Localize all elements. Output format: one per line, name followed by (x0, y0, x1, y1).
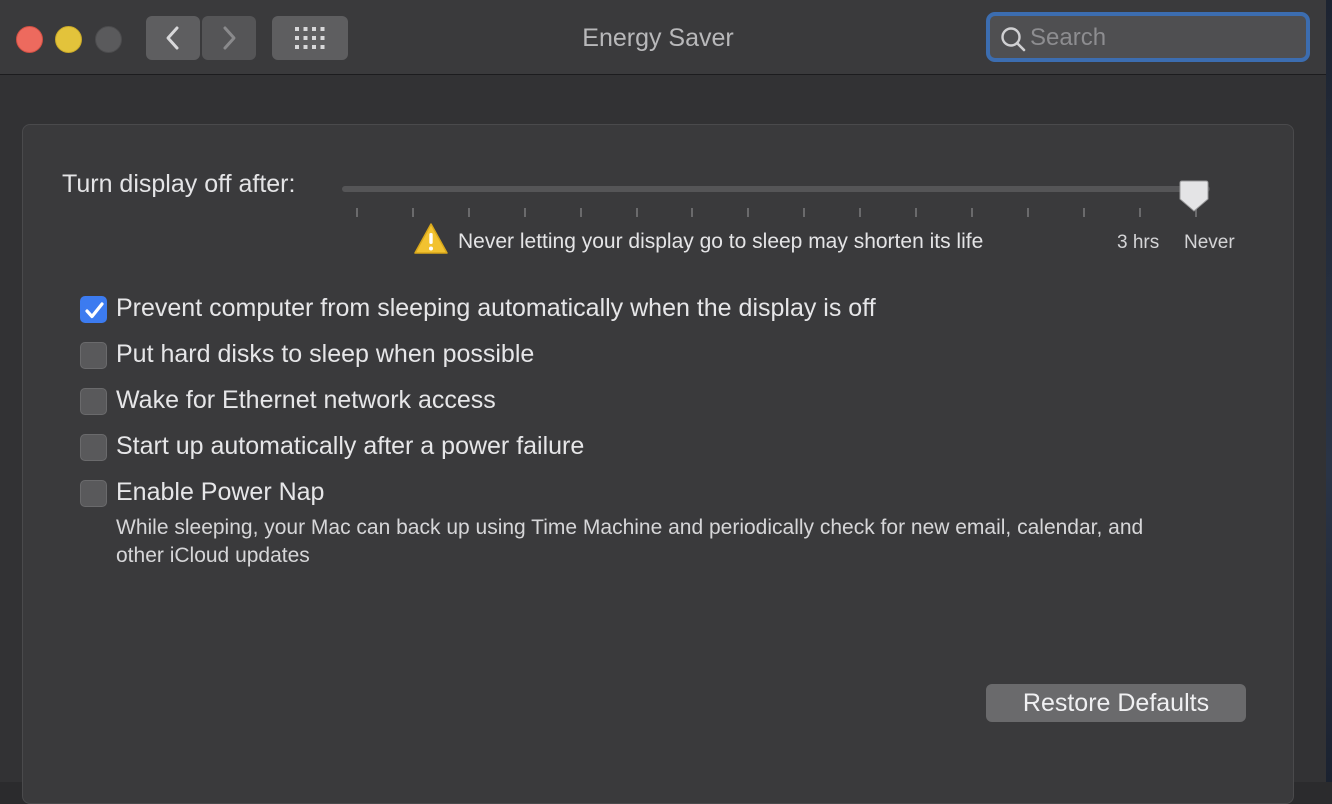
minimize-window-button[interactable] (55, 26, 82, 53)
slider-tick (915, 208, 917, 217)
restore-defaults-button[interactable]: Restore Defaults (986, 684, 1246, 722)
chevron-right-icon (223, 26, 236, 50)
slider-tick (467, 208, 470, 217)
display-sleep-warning: Never letting your display go to sleep m… (458, 230, 984, 253)
wake-ethernet-label: Wake for Ethernet network access (116, 386, 496, 414)
checkmark-icon (85, 302, 104, 319)
search-field[interactable] (986, 12, 1310, 62)
hard-disk-sleep-checkbox[interactable] (80, 342, 107, 369)
slider-tick (635, 208, 638, 217)
title-bar: Energy Saver (0, 0, 1326, 75)
slider-tick (747, 208, 750, 217)
slider-tick (1138, 208, 1141, 217)
slider-tick (1082, 208, 1085, 217)
chevron-left-icon (166, 26, 179, 50)
slider-tick (523, 208, 526, 217)
power-nap-label: Enable Power Nap (116, 478, 325, 506)
startup-after-power-failure-checkbox[interactable] (80, 434, 107, 461)
tick-label-3-hrs: 3 hrs (1117, 232, 1160, 253)
display-sleep-slider-track[interactable] (342, 186, 1210, 192)
wake-ethernet-checkbox[interactable] (80, 388, 107, 415)
display-sleep-label: Turn display off after: (62, 170, 296, 198)
slider-tick (411, 208, 414, 217)
slider-tick (859, 208, 862, 217)
desktop-background-edge (1326, 0, 1332, 782)
prevent-sleep-label: Prevent computer from sleeping automatic… (116, 294, 876, 322)
close-window-button[interactable] (16, 26, 43, 53)
power-nap-checkbox[interactable] (80, 480, 107, 507)
forward-button[interactable] (202, 16, 256, 60)
search-icon (1001, 27, 1026, 52)
startup-after-power-failure-label: Start up automatically after a power fai… (116, 432, 585, 460)
slider-tick (579, 208, 582, 217)
back-button[interactable] (146, 16, 200, 60)
hard-disk-sleep-label: Put hard disks to sleep when possible (116, 340, 535, 368)
slider-tick (1026, 208, 1029, 217)
slider-tick (691, 208, 694, 217)
show-all-grid-icon (295, 27, 325, 49)
tick-label-never: Never (1184, 232, 1235, 253)
show-all-button[interactable] (272, 16, 348, 60)
energy-saver-window: Energy Saver Turn display off after: Nev… (0, 0, 1326, 804)
power-nap-description: While sleeping, your Mac can back up usi… (116, 516, 1144, 567)
warning-icon (414, 223, 448, 254)
slider-tick (356, 208, 358, 217)
prevent-sleep-checkbox[interactable] (80, 296, 107, 323)
search-input[interactable] (1028, 20, 1302, 56)
display-sleep-slider-thumb[interactable] (1178, 179, 1210, 213)
window-title: Energy Saver (582, 24, 734, 52)
zoom-window-button[interactable] (95, 26, 122, 53)
slider-tick (803, 208, 806, 217)
slider-tick (970, 208, 973, 217)
